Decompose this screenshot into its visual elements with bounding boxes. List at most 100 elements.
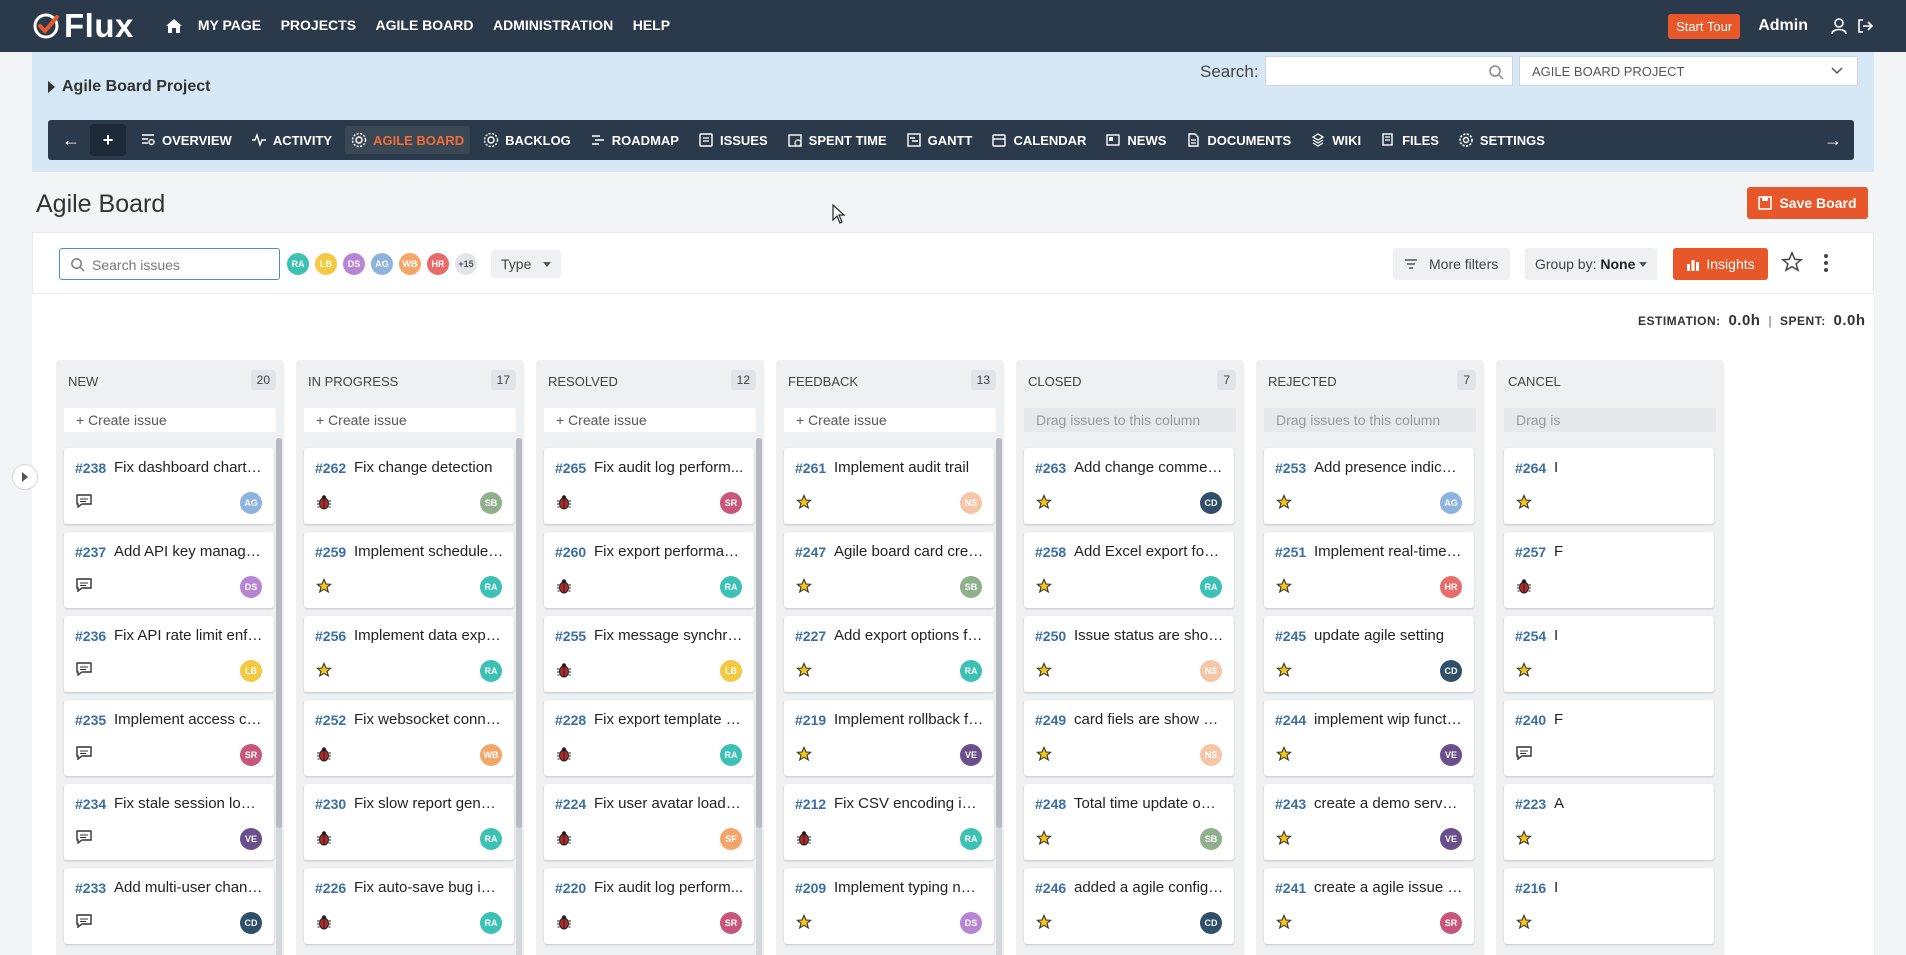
issue-id[interactable]: #220 xyxy=(555,880,586,896)
issue-id[interactable]: #212 xyxy=(795,796,826,812)
issue-card[interactable]: #219 Implement rollback fu... VE xyxy=(784,700,994,776)
issue-card[interactable]: #260 Fix export performance RA xyxy=(544,532,754,608)
issue-title[interactable]: Fix websocket conne... xyxy=(354,711,504,728)
issue-id[interactable]: #234 xyxy=(75,796,106,812)
issue-card[interactable]: #263 Add change comments CD xyxy=(1024,448,1234,524)
issue-title[interactable]: create a agile issue st... xyxy=(1314,879,1464,896)
issue-id[interactable]: #216 xyxy=(1515,880,1546,896)
issue-title[interactable]: added a agile config fo... xyxy=(1074,879,1224,896)
issue-id[interactable]: #265 xyxy=(555,460,586,476)
tab-activity[interactable]: ACTIVITY xyxy=(245,126,338,154)
assignee-avatar[interactable]: SF xyxy=(720,828,742,850)
assignee-avatar[interactable]: HR xyxy=(1440,576,1462,598)
assignee-avatar[interactable]: RA xyxy=(480,660,502,682)
issue-id[interactable]: #264 xyxy=(1515,460,1546,476)
assignee-avatar[interactable]: RA xyxy=(287,253,309,275)
menu-projects[interactable]: PROJECTS xyxy=(281,17,356,33)
assignee-avatar[interactable]: AG xyxy=(1440,492,1462,514)
issue-id[interactable]: #260 xyxy=(555,544,586,560)
issue-card[interactable]: #243 create a demo server f... VE xyxy=(1264,784,1474,860)
tab-spent-time[interactable]: SPENT TIME xyxy=(781,126,893,154)
issue-card[interactable]: #209 Implement typing noti... DS xyxy=(784,868,994,944)
issue-card[interactable]: #216 I xyxy=(1504,868,1714,944)
assignee-avatar[interactable]: DS xyxy=(960,912,982,934)
issue-id[interactable]: #252 xyxy=(315,712,346,728)
issue-search-input[interactable]: Search issues xyxy=(59,248,280,280)
assignee-avatar[interactable]: CD xyxy=(240,912,262,934)
issue-id[interactable]: #219 xyxy=(795,712,826,728)
assignee-avatar[interactable]: SR xyxy=(720,912,742,934)
issue-title[interactable]: Implement scheduled... xyxy=(354,543,504,560)
scrollbar-thumb[interactable] xyxy=(516,438,522,828)
issue-id[interactable]: #243 xyxy=(1275,796,1306,812)
issue-card[interactable]: #254 I xyxy=(1504,616,1714,692)
tab-issues[interactable]: ISSUES xyxy=(692,126,774,154)
issue-title[interactable]: Fix export template al... xyxy=(594,711,744,728)
issue-id[interactable]: #262 xyxy=(315,460,346,476)
assignee-avatar[interactable]: RA xyxy=(480,828,502,850)
assignee-avatar[interactable]: HR xyxy=(427,253,449,275)
add-button[interactable]: + xyxy=(90,124,126,156)
issue-card[interactable]: #249 card fiels are show ac... NS xyxy=(1024,700,1234,776)
create-issue-button[interactable]: + Create issue xyxy=(64,408,276,432)
issue-id[interactable]: #256 xyxy=(315,628,346,644)
logout-icon[interactable] xyxy=(1856,17,1874,35)
issue-id[interactable]: #250 xyxy=(1035,628,1066,644)
issue-id[interactable]: #253 xyxy=(1275,460,1306,476)
column-scrollbar[interactable] xyxy=(276,438,282,955)
issue-id[interactable]: #223 xyxy=(1515,796,1546,812)
issue-id[interactable]: #241 xyxy=(1275,880,1306,896)
issue-card[interactable]: #234 Fix stale session logo... VE xyxy=(64,784,274,860)
issue-card[interactable]: #230 Fix slow report gener... RA xyxy=(304,784,514,860)
tab-calendar[interactable]: CALENDAR xyxy=(985,126,1092,154)
assignee-avatar[interactable]: RA xyxy=(480,576,502,598)
menu-administration[interactable]: ADMINISTRATION xyxy=(493,17,613,33)
issue-title[interactable]: Agile board card create xyxy=(834,543,984,560)
issue-id[interactable]: #227 xyxy=(795,628,826,644)
issue-id[interactable]: #236 xyxy=(75,628,106,644)
issue-card[interactable]: #259 Implement scheduled... RA xyxy=(304,532,514,608)
user-name[interactable]: Admin xyxy=(1758,17,1808,35)
issue-id[interactable]: #259 xyxy=(315,544,346,560)
assignee-avatar[interactable]: RA xyxy=(720,744,742,766)
issue-id[interactable]: #263 xyxy=(1035,460,1066,476)
issue-title[interactable]: F xyxy=(1554,711,1704,728)
issue-id[interactable]: #233 xyxy=(75,880,106,896)
assignee-avatar[interactable]: SR xyxy=(1440,912,1462,934)
issue-id[interactable]: #254 xyxy=(1515,628,1546,644)
tab-settings[interactable]: SETTINGS xyxy=(1452,126,1551,154)
issue-id[interactable]: #245 xyxy=(1275,628,1306,644)
issue-title[interactable]: Implement audit trail xyxy=(834,459,984,476)
issue-id[interactable]: #261 xyxy=(795,460,826,476)
issue-title[interactable]: Implement data expo... xyxy=(354,627,504,644)
assignee-avatar[interactable]: AG xyxy=(371,253,393,275)
menu-my-page[interactable]: MY PAGE xyxy=(198,17,261,33)
issue-id[interactable]: #224 xyxy=(555,796,586,812)
more-options-icon[interactable] xyxy=(1823,253,1829,273)
issue-title[interactable]: Fix CSV encoding iss... xyxy=(834,795,984,812)
issue-title[interactable]: card fiels are show ac... xyxy=(1074,711,1224,728)
issue-card[interactable]: #244 implement wip functio... VE xyxy=(1264,700,1474,776)
issue-card[interactable]: #257 F xyxy=(1504,532,1714,608)
scrollbar-thumb[interactable] xyxy=(276,438,282,828)
column-scrollbar[interactable] xyxy=(756,438,762,955)
type-filter-button[interactable]: Type xyxy=(491,250,561,278)
issue-title[interactable]: Implement real-time u... xyxy=(1314,543,1464,560)
create-issue-button[interactable]: + Create issue xyxy=(784,408,996,432)
assignee-avatar[interactable]: SB xyxy=(480,492,502,514)
assignee-avatar[interactable]: CD xyxy=(1200,912,1222,934)
assignee-avatar[interactable]: WB xyxy=(399,253,421,275)
issue-title[interactable]: implement wip functio... xyxy=(1314,711,1464,728)
back-arrow-button[interactable]: ← xyxy=(52,124,90,156)
project-title[interactable]: Agile Board Project xyxy=(47,78,210,96)
tab-documents[interactable]: DOCUMENTS xyxy=(1179,126,1297,154)
assignee-avatar[interactable]: CD xyxy=(1440,660,1462,682)
assignee-avatar[interactable]: LB xyxy=(720,660,742,682)
issue-card[interactable]: #251 Implement real-time u... HR xyxy=(1264,532,1474,608)
project-select[interactable]: AGILE BOARD PROJECT xyxy=(1519,56,1858,86)
issue-card[interactable]: #226 Fix auto-save bug in e... RA xyxy=(304,868,514,944)
issue-card[interactable]: #256 Implement data expo... RA xyxy=(304,616,514,692)
column-scrollbar[interactable] xyxy=(516,438,522,955)
scrollbar-thumb[interactable] xyxy=(996,438,1002,828)
assignee-avatar[interactable]: VE xyxy=(240,828,262,850)
